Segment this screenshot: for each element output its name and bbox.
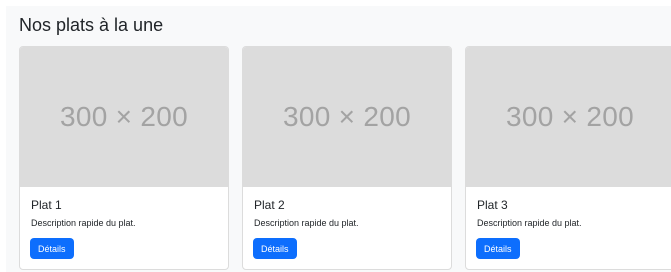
dish-image-placeholder: 300 × 200 [20,47,228,187]
dish-image-placeholder: 300 × 200 [243,47,451,187]
details-button[interactable]: Détails [30,238,74,259]
dish-description: Description rapide du plat. [31,218,136,228]
dish-card: 300 × 200 Plat 2 Description rapide du p… [242,46,452,270]
dish-card: 300 × 200 Plat 3 Description rapide du p… [465,46,671,270]
dish-title: Plat 2 [254,198,285,212]
dish-description: Description rapide du plat. [254,218,359,228]
dish-card: 300 × 200 Plat 1 Description rapide du p… [19,46,229,270]
dish-title: Plat 3 [477,198,508,212]
dish-title: Plat 1 [31,198,62,212]
details-button[interactable]: Détails [253,238,297,259]
dish-image-placeholder: 300 × 200 [466,47,671,187]
section-title: Nos plats à la une [19,15,164,35]
dish-description: Description rapide du plat. [477,218,582,228]
details-button[interactable]: Détails [476,238,520,259]
